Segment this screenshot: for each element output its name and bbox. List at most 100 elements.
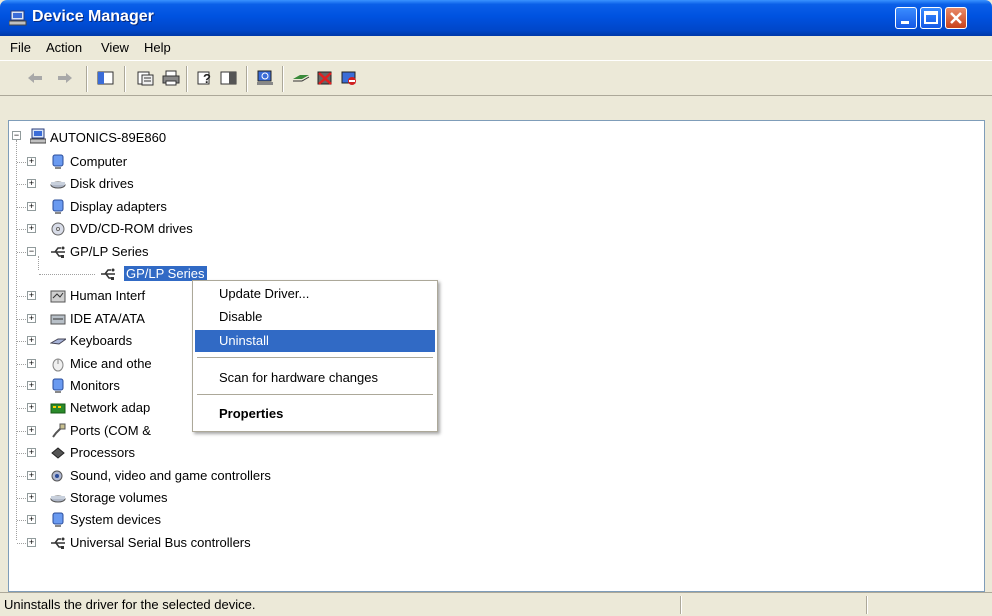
menu-action[interactable]: Action xyxy=(46,40,82,55)
expand-node-button[interactable]: + xyxy=(27,359,36,368)
tree-connector xyxy=(17,364,26,365)
tree-connector xyxy=(38,256,39,270)
tree-connector xyxy=(17,252,26,253)
expand-node-button[interactable]: + xyxy=(27,202,36,211)
processor-icon xyxy=(51,447,65,459)
menu-properties[interactable]: Properties xyxy=(195,403,435,425)
toolbar-separator xyxy=(86,66,88,92)
tree-item[interactable]: Disk drives xyxy=(70,176,134,191)
status-divider xyxy=(680,596,682,614)
maximize-button[interactable] xyxy=(920,7,942,29)
tree-connector xyxy=(17,431,26,432)
uninstall-icon[interactable] xyxy=(316,70,334,86)
expand-node-button[interactable]: + xyxy=(27,515,36,524)
tree-item[interactable]: System devices xyxy=(70,512,161,527)
computer-icon xyxy=(52,154,64,169)
menu-view[interactable]: View xyxy=(101,40,129,55)
tree-connector xyxy=(17,207,26,208)
expand-node-button[interactable]: + xyxy=(27,157,36,166)
menu-scan-hardware-label: Scan for hardware changes xyxy=(219,370,378,385)
disable-icon[interactable] xyxy=(340,70,358,86)
expand-node-button[interactable]: + xyxy=(27,403,36,412)
collapse-root-button[interactable]: − xyxy=(12,131,21,140)
hid-icon xyxy=(50,290,66,303)
tree-connector xyxy=(17,386,26,387)
tree-item[interactable]: DVD/CD-ROM drives xyxy=(70,221,193,236)
dvd-icon xyxy=(51,222,65,236)
close-button[interactable] xyxy=(945,7,967,29)
expand-node-button[interactable]: + xyxy=(27,448,36,457)
print-icon[interactable] xyxy=(162,70,180,86)
menu-help[interactable]: Help xyxy=(144,40,171,55)
expand-node-button[interactable]: + xyxy=(27,538,36,547)
expand-node-button[interactable]: + xyxy=(27,381,36,390)
console-icon[interactable] xyxy=(220,70,238,86)
forward-icon[interactable] xyxy=(56,70,74,86)
tree-item[interactable]: Mice and othe xyxy=(70,356,152,371)
tree-connector xyxy=(39,274,95,275)
properties-icon[interactable] xyxy=(136,70,154,86)
tree-item[interactable]: IDE ATA/ATA xyxy=(70,311,145,326)
tree-connector xyxy=(17,408,26,409)
scan-hardware-icon[interactable] xyxy=(256,70,274,86)
tree-item[interactable]: Display adapters xyxy=(70,199,167,214)
toolbar-separator xyxy=(282,66,284,92)
network-icon xyxy=(50,403,66,414)
tree-connector xyxy=(17,229,26,230)
expand-node-button[interactable]: + xyxy=(27,336,36,345)
tree-connector xyxy=(17,341,26,342)
toolbar-separator xyxy=(246,66,248,92)
tree-connector xyxy=(17,319,26,320)
minimize-button[interactable] xyxy=(895,7,917,29)
monitor-icon xyxy=(52,378,64,393)
tree-connector xyxy=(17,453,26,454)
expand-node-button[interactable]: + xyxy=(27,426,36,435)
maximize-icon xyxy=(924,11,938,24)
expand-node-button[interactable]: + xyxy=(27,291,36,300)
back-icon[interactable] xyxy=(26,70,44,86)
tree-item[interactable]: Human Interf xyxy=(70,288,145,303)
tree-item[interactable]: Storage volumes xyxy=(70,490,168,505)
tree-item-selected[interactable]: GP/LP Series xyxy=(124,266,207,281)
menu-file[interactable]: File xyxy=(10,40,31,55)
tree-item[interactable]: Ports (COM & xyxy=(70,423,151,438)
close-icon xyxy=(950,12,962,24)
title-bar[interactable]: Device Manager xyxy=(0,0,992,36)
keyboard-icon xyxy=(50,338,66,345)
expand-node-button[interactable]: + xyxy=(27,224,36,233)
collapse-node-button[interactable]: − xyxy=(27,247,36,256)
tree-connector xyxy=(17,296,26,297)
tree-connector xyxy=(17,162,26,163)
menu-update-driver[interactable]: Update Driver... xyxy=(195,283,435,305)
expand-node-button[interactable]: + xyxy=(27,314,36,323)
display-adapter-icon xyxy=(52,199,64,214)
tree-connector xyxy=(17,520,26,521)
storage-icon xyxy=(50,495,66,503)
tree-connector xyxy=(17,498,26,499)
tree-item[interactable]: Sound, video and game controllers xyxy=(70,468,271,483)
tree-item[interactable]: Universal Serial Bus controllers xyxy=(70,535,251,550)
sound-icon xyxy=(51,470,63,482)
expand-node-button[interactable]: + xyxy=(27,471,36,480)
tree-item[interactable]: Network adap xyxy=(70,400,150,415)
tree-item[interactable]: Processors xyxy=(70,445,135,460)
tree-root-label[interactable]: AUTONICS-89E860 xyxy=(50,130,166,145)
tree-item[interactable]: Monitors xyxy=(70,378,120,393)
tree-connector xyxy=(17,476,26,477)
update-driver-icon[interactable] xyxy=(292,70,310,86)
disk-drive-icon xyxy=(50,181,66,189)
menu-uninstall[interactable]: Uninstall xyxy=(195,330,435,352)
menu-scan-hardware[interactable]: Scan for hardware changes xyxy=(195,367,435,389)
menu-disable[interactable]: Disable xyxy=(195,306,435,328)
tree-view-icon[interactable] xyxy=(97,70,115,86)
expand-node-button[interactable]: + xyxy=(27,179,36,188)
context-menu: Update Driver... Disable Uninstall Scan … xyxy=(192,280,438,432)
menu-update-driver-label: Update Driver... xyxy=(219,286,310,301)
tree-item[interactable]: Keyboards xyxy=(70,333,132,348)
menu-uninstall-label: Uninstall xyxy=(219,333,269,348)
expand-node-button[interactable]: + xyxy=(27,493,36,502)
tree-item[interactable]: Computer xyxy=(70,154,127,169)
tree-item[interactable]: GP/LP Series xyxy=(70,244,149,259)
help-icon[interactable]: ? xyxy=(196,70,214,86)
usb-icon xyxy=(51,537,65,549)
